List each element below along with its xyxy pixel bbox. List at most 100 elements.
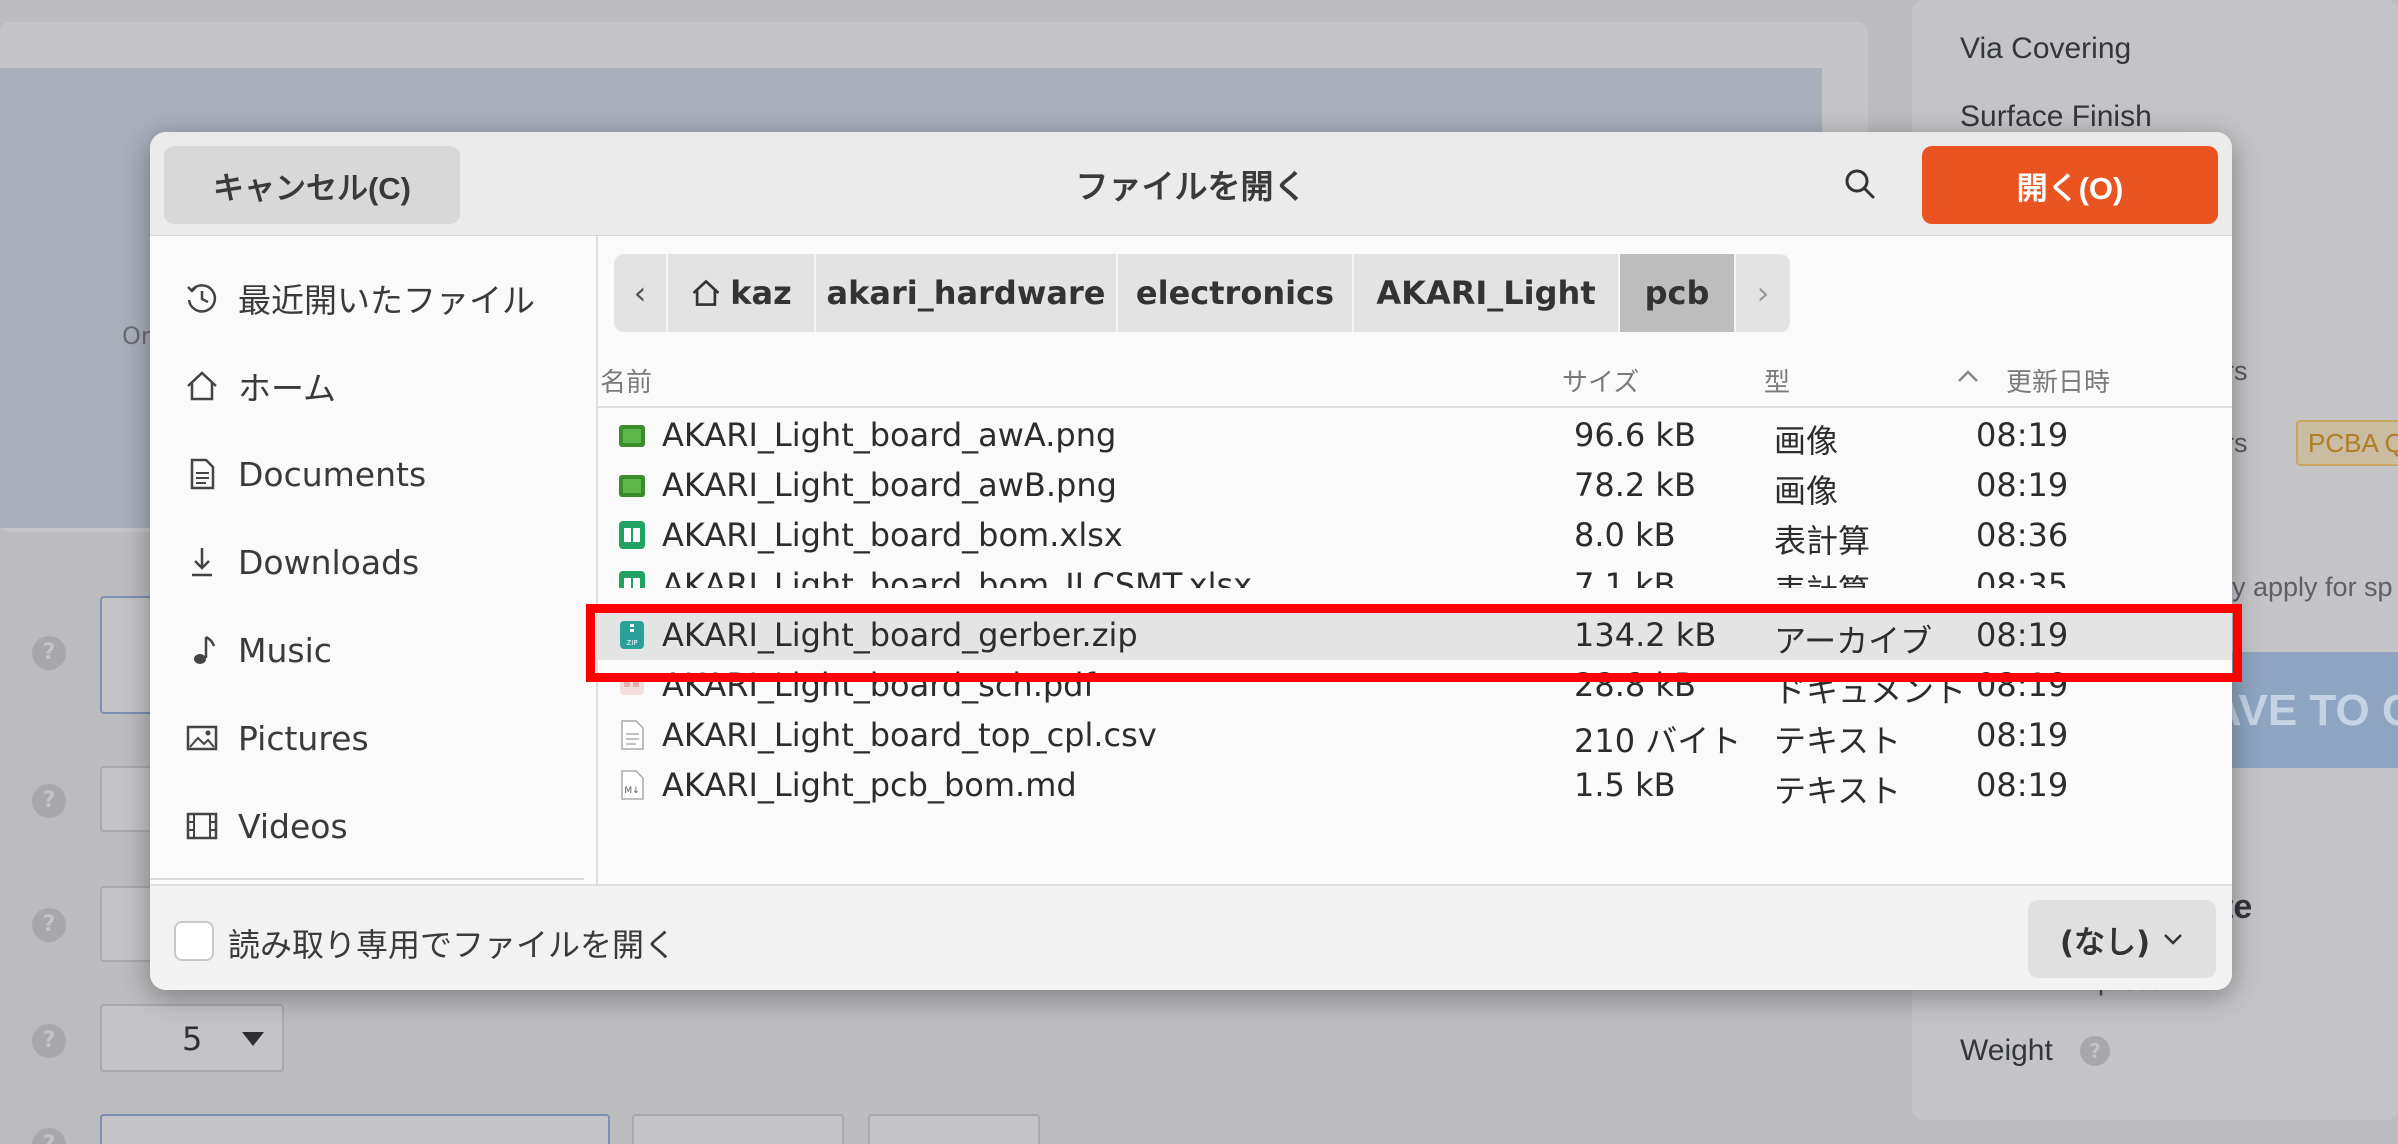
column-size-header[interactable]: サイズ	[1562, 362, 1639, 399]
readonly-checkbox[interactable]	[174, 921, 214, 961]
dialog-footer: 読み取り専用でファイルを開く (なし)	[150, 884, 2232, 990]
quantity-value: 5	[182, 1020, 203, 1058]
file-filter-dropdown[interactable]: (なし)	[2028, 900, 2216, 978]
sidebar-item-label: Downloads	[238, 542, 420, 582]
file-name: AKARI_Light_board_gerber.zip	[662, 616, 1138, 654]
dialog-header: ファイルを開く キャンセル(C) 開く(O)	[150, 132, 2232, 236]
file-size: 7.1 kB	[1574, 566, 1676, 588]
video-icon	[182, 806, 222, 846]
music-icon	[182, 630, 222, 670]
file-name: AKARI_Light_board_awA.png	[662, 416, 1117, 454]
places-sidebar: 最近開いたファイル ホーム Documents Downloads Music	[150, 236, 598, 884]
column-modified-header[interactable]: 更新日時	[2006, 362, 2110, 399]
sort-ascending-icon	[1956, 368, 1980, 388]
file-row[interactable]: AKARI_Light_board_bom_JLCSMT.xlsx 7.1 kB…	[598, 560, 2232, 588]
sidebar-item-recent[interactable]: 最近開いたファイル	[150, 258, 596, 338]
column-name-header[interactable]: 名前	[600, 362, 652, 399]
breadcrumb-pcb[interactable]: pcb	[1620, 254, 1736, 332]
apply-text: y apply for sp	[2232, 572, 2393, 602]
file-list: AKARI_Light_board_awA.png 96.6 kB 画像 08:…	[598, 410, 2232, 880]
dropdown-arrow-icon	[242, 1032, 264, 1046]
sidebar-item-label: Documents	[238, 454, 427, 494]
dialog-title: ファイルを開く	[1075, 167, 1307, 206]
file-modified: 08:19	[1976, 616, 2069, 654]
file-type: 表計算	[1774, 566, 1870, 588]
document-icon	[182, 454, 222, 494]
svg-text:ZIP: ZIP	[626, 639, 637, 647]
input-field[interactable]	[632, 1114, 844, 1144]
help-icon[interactable]: ?	[32, 1128, 66, 1144]
weight-help-icon[interactable]: ?	[2080, 1036, 2110, 1066]
file-size: 134.2 kB	[1574, 616, 1717, 654]
image-file-icon	[619, 475, 645, 497]
chevron-down-icon	[2164, 934, 2183, 945]
archive-file-icon: ZIP	[620, 621, 644, 649]
sidebar-item-downloads[interactable]: Downloads	[150, 522, 596, 602]
markdown-file-icon: M↓	[621, 770, 644, 800]
path-back-button[interactable]: ‹	[614, 254, 668, 332]
file-row[interactable]: AKARI_Light_board_top_cpl.csv 210 バイト テキ…	[598, 710, 2232, 760]
file-name: AKARI_Light_board_awB.png	[662, 466, 1117, 504]
sidebar-item-label: Music	[238, 630, 332, 670]
readonly-label[interactable]: 読み取り専用でファイルを開く	[228, 920, 676, 966]
help-icon[interactable]: ?	[32, 1024, 66, 1058]
via-covering-label: Via Covering	[1960, 32, 2132, 65]
file-type: テキスト	[1774, 722, 1902, 760]
open-button[interactable]: 開く(O)	[1922, 146, 2218, 224]
file-modified: 08:36	[1976, 516, 2069, 554]
file-row[interactable]: AKARI_Light_board_sch.pdf 28.8 kB ドキュメント…	[598, 660, 2232, 710]
file-size: 1.5 kB	[1574, 766, 1676, 804]
search-button[interactable]	[1830, 154, 1890, 214]
file-name: AKARI_Light_board_sch.pdf	[662, 666, 1095, 704]
home-icon	[692, 279, 720, 306]
column-type-header[interactable]: 型	[1764, 362, 1790, 399]
file-modified: 08:19	[1976, 716, 2069, 754]
sidebar-item-label: Pictures	[238, 718, 369, 758]
spreadsheet-file-icon	[619, 521, 645, 549]
breadcrumb-kaz[interactable]: kaz	[668, 254, 816, 332]
file-row[interactable]: AKARI_Light_board_awA.png 96.6 kB 画像 08:…	[598, 410, 2232, 460]
file-size: 96.6 kB	[1574, 416, 1696, 454]
sidebar-item-videos[interactable]: Videos	[150, 786, 596, 866]
sidebar-item-label: ホーム	[238, 369, 337, 408]
breadcrumb: ‹ kaz akari_hardware electronics AKARI_L…	[614, 254, 1790, 332]
file-row[interactable]: M↓ AKARI_Light_pcb_bom.md 1.5 kB テキスト 08…	[598, 760, 2232, 810]
file-type: 表計算	[1774, 522, 1871, 560]
sidebar-item-pictures[interactable]: Pictures	[150, 698, 596, 778]
file-row-selected[interactable]: ZIP AKARI_Light_board_gerber.zip 134.2 k…	[598, 610, 2232, 660]
breadcrumb-akari-light[interactable]: AKARI_Light	[1354, 254, 1620, 332]
path-forward-button[interactable]: ›	[1736, 254, 1790, 332]
pdf-file-icon	[620, 675, 644, 695]
file-name: AKARI_Light_board_top_cpl.csv	[662, 716, 1157, 754]
sidebar-item-music[interactable]: Music	[150, 610, 596, 690]
text-file-icon	[621, 720, 644, 750]
file-row[interactable]: AKARI_Light_board_bom.xlsx 8.0 kB 表計算 08…	[598, 510, 2232, 560]
help-icon[interactable]: ?	[32, 908, 66, 942]
pcba-tag: PCBA Q	[2296, 420, 2398, 466]
cancel-button[interactable]: キャンセル(C)	[164, 146, 460, 224]
file-type: ドキュメント	[1774, 672, 1967, 710]
picture-icon	[182, 718, 222, 758]
sidebar-item-home[interactable]: ホーム	[150, 346, 596, 426]
help-icon[interactable]: ?	[32, 784, 66, 818]
breadcrumb-akari-hardware[interactable]: akari_hardware	[816, 254, 1118, 332]
svg-text:M↓: M↓	[624, 786, 639, 796]
home-icon	[182, 366, 222, 406]
quantity-select[interactable]: 5	[100, 1004, 284, 1072]
breadcrumb-label: kaz	[730, 274, 792, 312]
spreadsheet-file-icon	[619, 571, 645, 588]
file-open-dialog: ファイルを開く キャンセル(C) 開く(O) 最近開いたファイル ホーム Doc…	[150, 132, 2232, 990]
sidebar-item-documents[interactable]: Documents	[150, 434, 596, 514]
file-row[interactable]: AKARI_Light_board_awB.png 78.2 kB 画像 08:…	[598, 460, 2232, 510]
breadcrumb-electronics[interactable]: electronics	[1118, 254, 1354, 332]
file-modified: 08:19	[1976, 416, 2069, 454]
file-type: アーカイブ	[1774, 622, 1933, 660]
file-name: AKARI_Light_board_bom_JLCSMT.xlsx	[662, 566, 1253, 588]
file-size: 210 バイト	[1574, 722, 1742, 760]
file-list-header: 名前 サイズ 型 更新日時	[598, 348, 2232, 408]
file-name: AKARI_Light_board_bom.xlsx	[662, 516, 1123, 554]
help-icon[interactable]: ?	[32, 636, 66, 670]
filter-label: (なし)	[2059, 924, 2151, 961]
input-field[interactable]	[868, 1114, 1040, 1144]
input-field[interactable]	[100, 1114, 610, 1144]
